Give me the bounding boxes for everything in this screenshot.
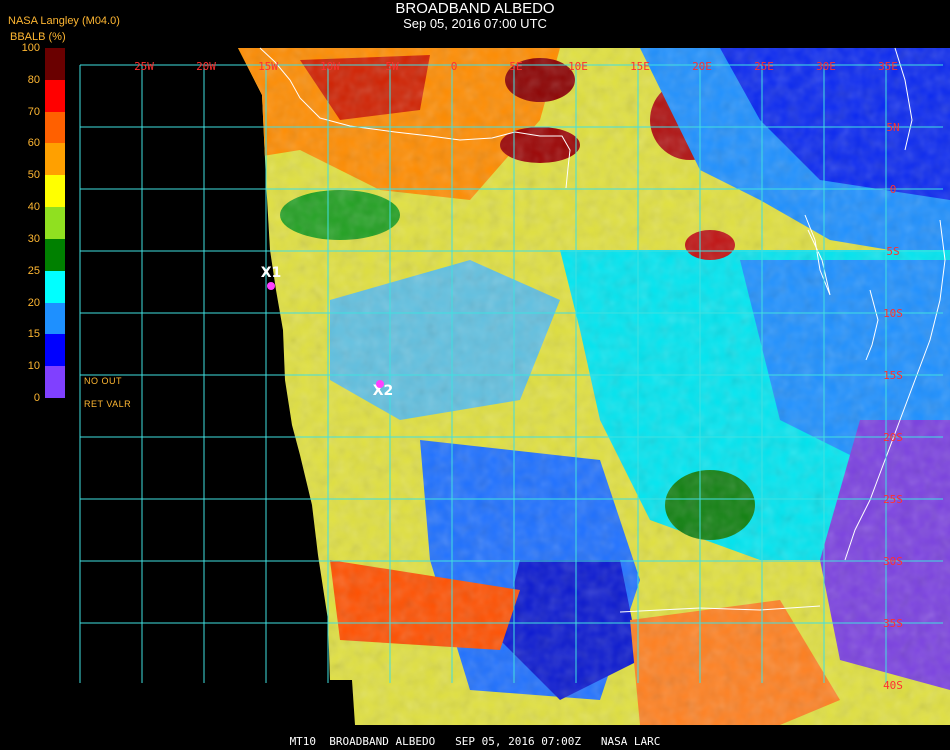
longitude-label: 0 bbox=[451, 60, 458, 73]
longitude-label: 20E bbox=[692, 60, 712, 73]
latitude-label: 35S bbox=[883, 617, 903, 630]
site-marker-dot bbox=[267, 282, 275, 290]
longitude-label: 25W bbox=[134, 60, 154, 73]
longitude-label: 30E bbox=[816, 60, 836, 73]
longitude-label: 25E bbox=[754, 60, 774, 73]
latitude-label: 5N bbox=[886, 121, 899, 134]
latitude-label: 20S bbox=[883, 431, 903, 444]
latitude-label: 15S bbox=[883, 369, 903, 382]
albedo-imagery bbox=[238, 48, 950, 725]
longitude-label: 35E bbox=[878, 60, 898, 73]
longitude-label: 5E bbox=[509, 60, 522, 73]
longitude-label: 20W bbox=[196, 60, 216, 73]
longitude-label: 10W bbox=[320, 60, 340, 73]
albedo-map: 25W 20W 15W 10W 5W 0 5E 10E 15E 20E 25E 30E 35E 5N 0 5S… bbox=[79, 47, 950, 725]
longitude-label: 10E bbox=[568, 60, 588, 73]
latitude-label: 40S bbox=[883, 679, 903, 692]
longitude-label: 5W bbox=[385, 60, 399, 73]
site-marker-dot bbox=[376, 380, 384, 388]
latitude-label: 25S bbox=[883, 493, 903, 506]
latitude-label: 10S bbox=[883, 307, 903, 320]
longitude-label: 15W bbox=[258, 60, 278, 73]
site-marker-label: X1 bbox=[261, 265, 282, 281]
latitude-label: 30S bbox=[883, 555, 903, 568]
latitude-label: 0 bbox=[890, 183, 897, 196]
longitude-label: 15E bbox=[630, 60, 650, 73]
footer-caption: MT10 BROADBAND ALBEDO SEP 05, 2016 07:00… bbox=[289, 735, 661, 748]
latitude-label: 5S bbox=[886, 245, 899, 258]
